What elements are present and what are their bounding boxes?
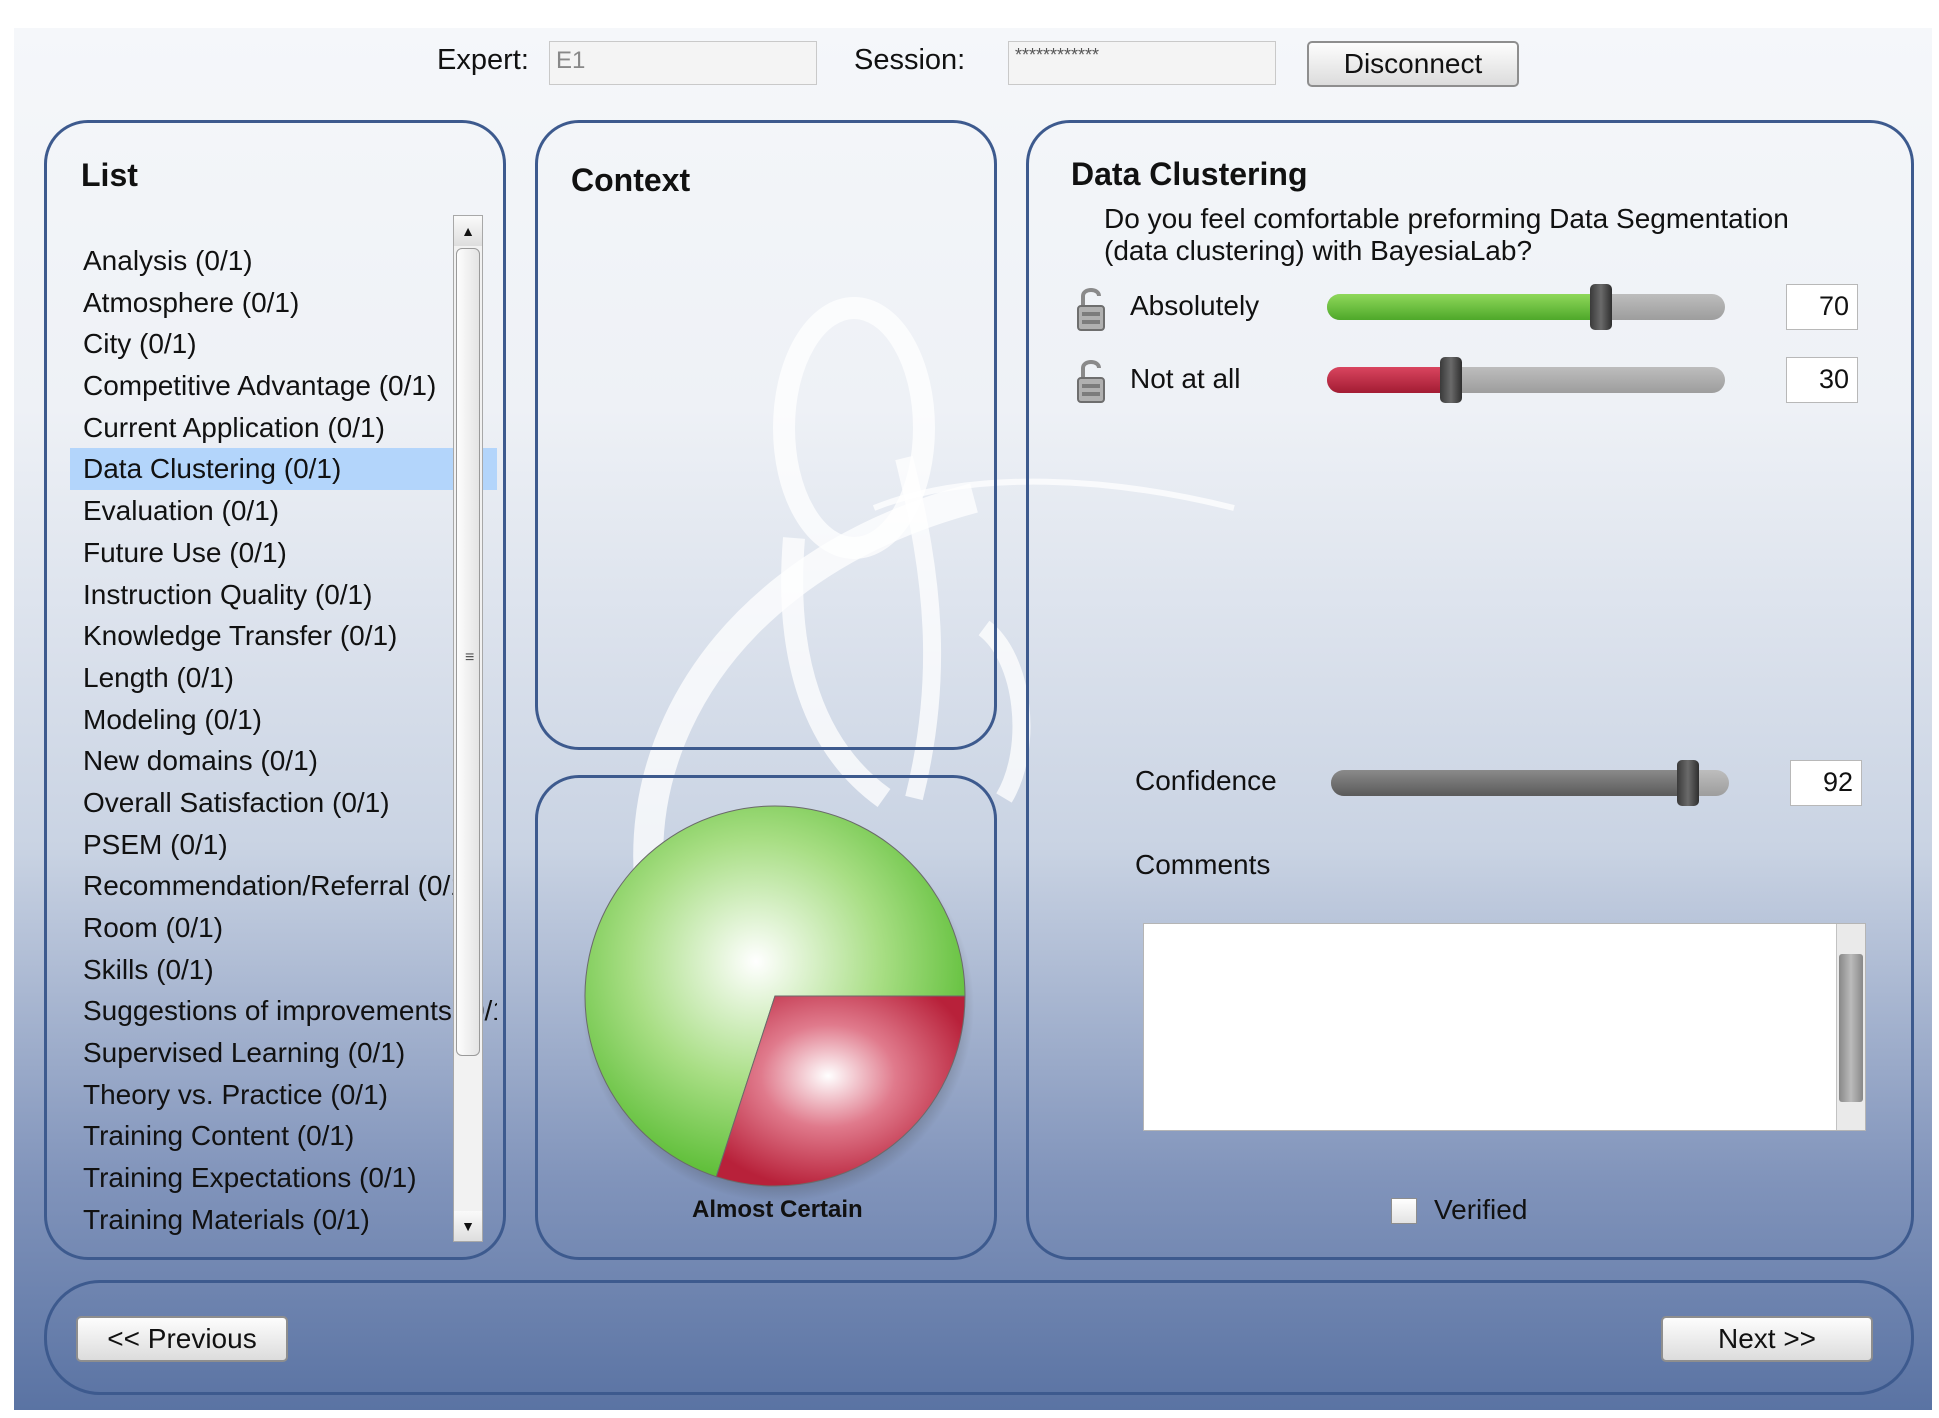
question-text-line-1: Do you feel comfortable preforming Data … (1104, 203, 1789, 234)
session-label: Session: (854, 44, 966, 76)
list-title: List (81, 157, 138, 193)
expert-assessment-window: Expert: E1 Session: ************ Disconn… (14, 28, 1932, 1410)
confidence-slider-fill (1331, 770, 1698, 796)
session-password-field[interactable]: ************ (1008, 41, 1276, 85)
grip-icon: ≡ (465, 649, 475, 666)
list-item[interactable]: Recommendation/Referral (0/1) (70, 865, 497, 907)
context-panel (535, 120, 997, 750)
unlocked-padlock-icon[interactable] (1076, 286, 1106, 332)
list-item[interactable]: Atmosphere (0/1) (70, 282, 497, 324)
not-at-all-value-field[interactable]: 30 (1786, 357, 1858, 403)
expert-label: Expert: (437, 44, 529, 76)
list-item[interactable]: Supervised Learning (0/1) (70, 1032, 497, 1074)
list-scrollbar[interactable]: ▲ ≡ ▼ (453, 215, 483, 1242)
list-item[interactable]: Training Expectations (0/1) (70, 1157, 497, 1199)
list-item[interactable]: Length (0/1) (70, 657, 497, 699)
verified-label: Verified (1434, 1194, 1528, 1225)
list-item[interactable]: Data Clustering (0/1) (70, 448, 497, 491)
navigation-panel (44, 1280, 1914, 1395)
option-label-absolutely: Absolutely (1130, 290, 1260, 321)
scroll-down-arrow-icon[interactable]: ▼ (454, 1211, 482, 1241)
confidence-label: Confidence (1135, 765, 1277, 796)
list-item[interactable]: Competitive Advantage (0/1) (70, 365, 497, 407)
topic-list[interactable]: Analysis (0/1) Atmosphere (0/1) City (0/1)… (70, 240, 497, 1240)
list-item[interactable]: Training Materials (0/1) (70, 1199, 497, 1240)
question-title: Data Clustering (1071, 156, 1308, 192)
absolutely-value-field[interactable]: 70 (1786, 284, 1858, 330)
list-item[interactable]: Evaluation (0/1) (70, 490, 497, 532)
list-item[interactable]: PSEM (0/1) (70, 824, 497, 866)
verified-checkbox[interactable] (1391, 1198, 1417, 1224)
comments-scroll-thumb[interactable] (1839, 954, 1863, 1102)
confidence-slider-thumb[interactable] (1676, 760, 1699, 806)
confidence-value-field[interactable]: 92 (1790, 760, 1862, 806)
list-item[interactable]: Instruction Quality (0/1) (70, 574, 497, 616)
pie-caption: Almost Certain (692, 1196, 863, 1223)
list-item[interactable]: Theory vs. Practice (0/1) (70, 1074, 497, 1116)
list-item[interactable]: Overall Satisfaction (0/1) (70, 782, 497, 824)
scroll-up-arrow-icon[interactable]: ▲ (454, 216, 482, 246)
comments-scrollbar[interactable] (1836, 924, 1865, 1130)
list-item[interactable]: Knowledge Transfer (0/1) (70, 615, 497, 657)
disconnect-button[interactable]: Disconnect (1307, 41, 1519, 87)
comments-label: Comments (1135, 849, 1271, 880)
list-item[interactable]: Suggestions of improvements (0/1) (70, 990, 497, 1032)
confidence-slider[interactable] (1331, 770, 1729, 796)
list-item[interactable]: City (0/1) (70, 323, 497, 365)
list-item[interactable]: New domains (0/1) (70, 740, 497, 782)
next-button[interactable]: Next >> (1661, 1316, 1873, 1362)
absolutely-slider[interactable] (1327, 294, 1725, 320)
question-text-line-2: (data clustering) with BayesiaLab? (1104, 235, 1533, 266)
list-item[interactable]: Current Application (0/1) (70, 407, 497, 449)
probability-pie-chart (582, 805, 974, 1202)
option-label-not-at-all: Not at all (1130, 363, 1241, 394)
list-item[interactable]: Modeling (0/1) (70, 699, 497, 741)
previous-button[interactable]: << Previous (76, 1316, 288, 1362)
list-item[interactable]: Room (0/1) (70, 907, 497, 949)
list-item[interactable]: Skills (0/1) (70, 949, 497, 991)
list-scroll-thumb[interactable]: ≡ (456, 248, 480, 1056)
list-item[interactable]: Analysis (0/1) (70, 240, 497, 282)
absolutely-slider-fill (1327, 294, 1606, 320)
not-at-all-slider-fill (1327, 367, 1447, 393)
list-item[interactable]: Training Content (0/1) (70, 1115, 497, 1157)
comments-textarea[interactable] (1143, 923, 1866, 1131)
not-at-all-slider-thumb[interactable] (1439, 357, 1462, 403)
unlocked-padlock-icon[interactable] (1076, 358, 1106, 404)
not-at-all-slider[interactable] (1327, 367, 1725, 393)
absolutely-slider-thumb[interactable] (1590, 284, 1613, 330)
context-title: Context (571, 162, 691, 198)
list-item[interactable]: Future Use (0/1) (70, 532, 497, 574)
expert-field[interactable]: E1 (549, 41, 817, 85)
